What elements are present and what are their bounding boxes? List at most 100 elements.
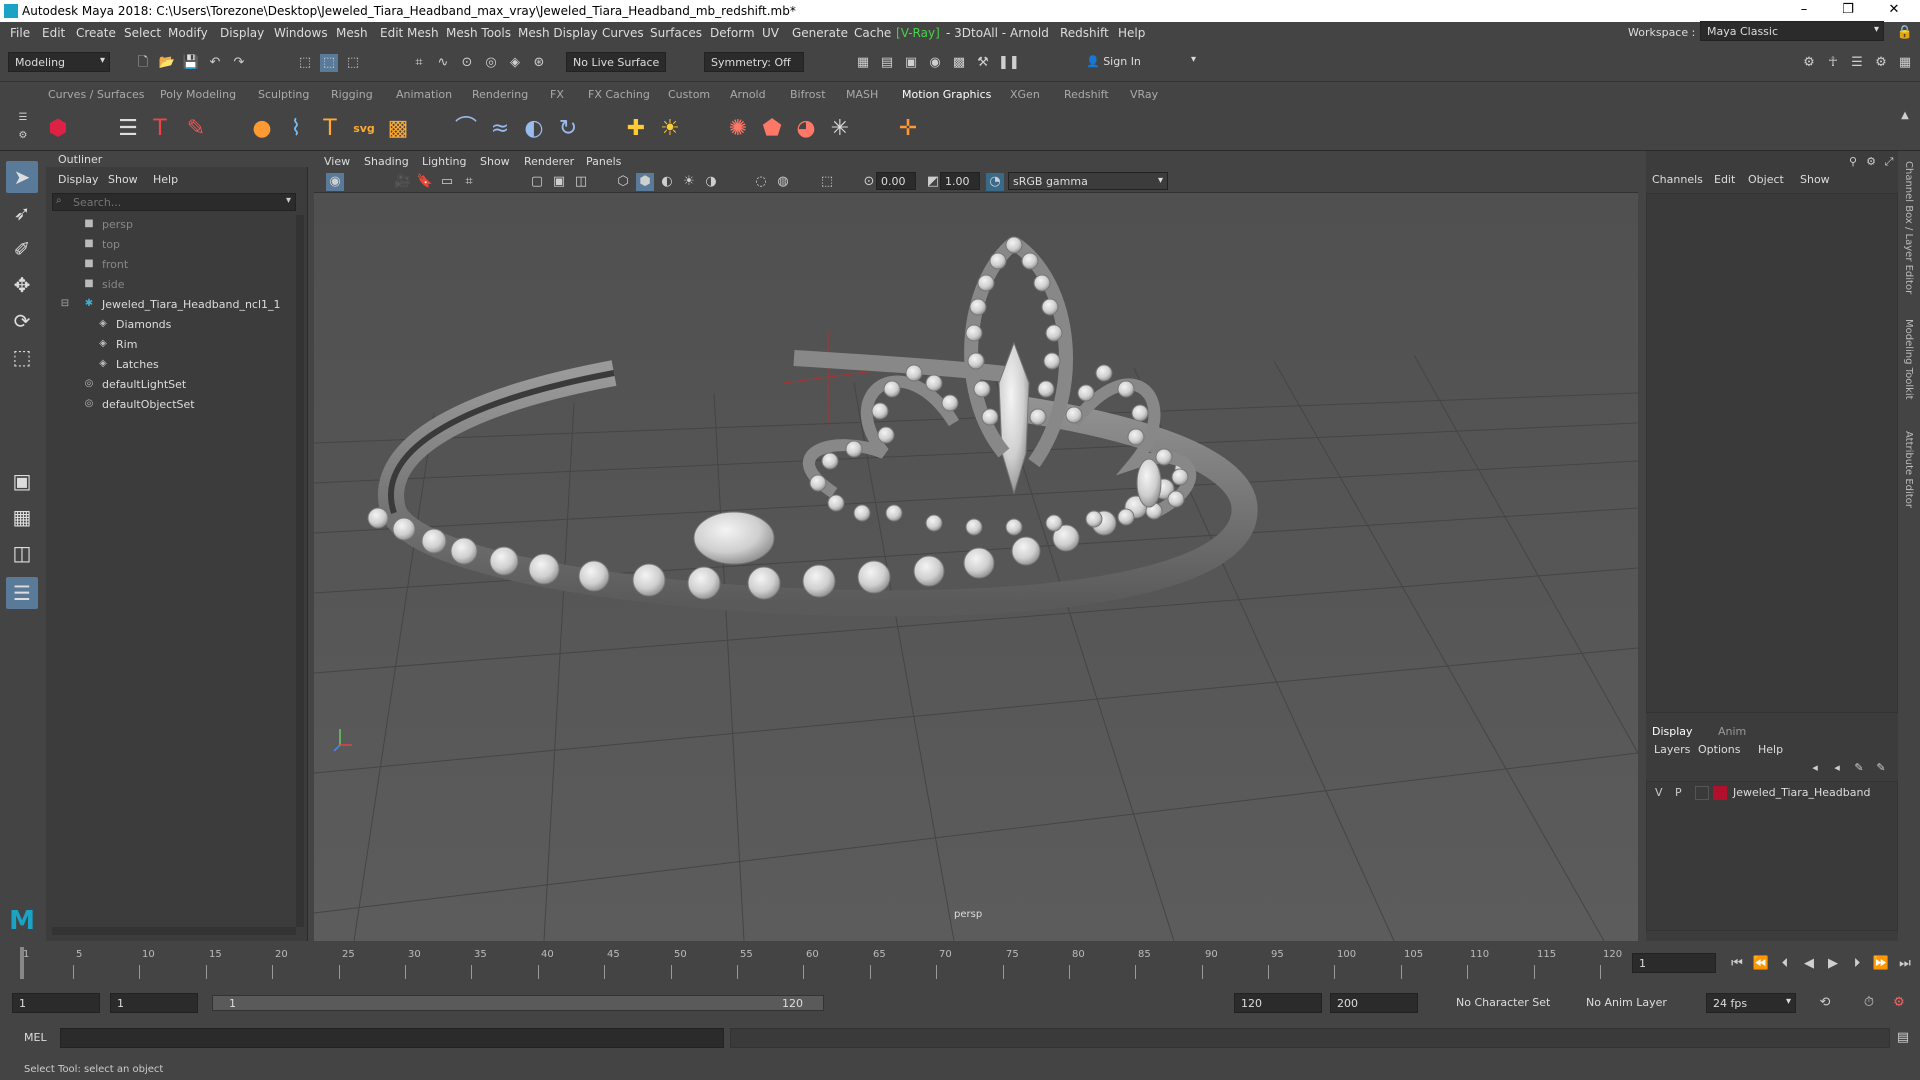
snap-point-icon[interactable]: ⊙ [458,54,476,72]
select-component-icon[interactable]: ⬚ [344,54,362,72]
tab-attribute-editor[interactable]: Attribute Editor [1903,431,1914,508]
close-button[interactable]: ✕ [1880,2,1908,20]
shelf-menu-icon[interactable]: ☰ [14,109,32,127]
step-forward-key-icon[interactable]: ⏵ [1848,955,1866,973]
channels-menu-object[interactable]: Object [1748,173,1784,186]
menu-surfaces[interactable]: Surfaces [650,26,702,40]
xray-icon[interactable]: ◌ [752,173,770,191]
layer-color-swatch[interactable] [1713,786,1727,800]
scale-tool-icon[interactable]: ⬚ [6,341,38,373]
outliner-item-rim[interactable]: ◈ Rim [46,335,294,353]
viewport-menu-panels[interactable]: Panels [586,155,621,168]
menu-mesh-tools[interactable]: Mesh Tools [446,26,511,40]
shaded-icon[interactable]: ⬢ [636,173,654,191]
tab-xgen[interactable]: XGen [1010,88,1040,101]
menu-redshift[interactable]: Redshift [1060,26,1109,40]
minimize-button[interactable]: – [1790,2,1818,20]
viewport-menu-shading[interactable]: Shading [364,155,409,168]
playback-start-field[interactable]: 1 [110,993,198,1013]
playback-end-field[interactable]: 120 [1234,993,1322,1013]
outliner-menu-show[interactable]: Show [108,173,138,186]
color-management-icon[interactable]: ◔ [986,173,1004,191]
menu-cache[interactable]: Cache [854,26,891,40]
tab-channel-box-layer-editor[interactable]: Channel Box / Layer Editor [1903,161,1914,294]
shelf-scroll-icon[interactable]: ▲ [1896,107,1914,125]
step-forward-icon[interactable]: ⏩ [1872,955,1890,973]
snap-vertex-icon[interactable]: ⊛ [530,54,548,72]
explode-icon[interactable]: ✳ [826,115,854,143]
tab-anim[interactable]: Anim [1718,725,1746,738]
twist-deformer-icon[interactable]: ↻ [554,115,582,143]
restore-button[interactable]: ❐ [1834,2,1862,20]
snap-view-icon[interactable]: ◎ [482,54,500,72]
render-frame-icon[interactable]: ▦ [854,54,872,72]
pause-icon[interactable]: ❚❚ [998,54,1020,72]
animation-end-field[interactable]: 200 [1330,993,1418,1013]
locator-icon[interactable]: ✛ [894,115,922,143]
box-mesh-icon[interactable]: ▩ [384,115,412,143]
script-editor-icon[interactable]: ▤ [1894,1029,1912,1047]
svg-tool-icon[interactable]: svg [350,115,378,143]
type-tool-icon[interactable]: T [316,115,344,143]
dynamics-icon[interactable]: ◕ [792,115,820,143]
menu-generate[interactable]: Generate [792,26,848,40]
outliner-item-latches[interactable]: ◈ Latches [46,355,294,373]
menu-edit-mesh[interactable]: Edit Mesh [380,26,439,40]
menu-create[interactable]: Create [76,26,116,40]
resolution-gate-icon[interactable]: ▣ [550,173,568,191]
menu-windows[interactable]: Windows [274,26,328,40]
current-frame-field[interactable]: 1 [1632,953,1716,973]
channels-menu-show[interactable]: Show [1800,173,1830,186]
menu-edit[interactable]: Edit [42,26,65,40]
tab-arnold[interactable]: Arnold [730,88,766,101]
menu-deform[interactable]: Deform [710,26,755,40]
menu-file[interactable]: File [10,26,30,40]
tab-curves-surfaces[interactable]: Curves / Surfaces [48,88,145,101]
wireframe-icon[interactable]: ▢ [528,173,546,191]
two-view-icon[interactable]: ◫ [6,537,38,569]
menu-vray[interactable]: [V-Ray] [896,26,940,40]
open-scene-icon[interactable]: 📂 [158,54,176,72]
tab-redshift[interactable]: Redshift [1064,88,1109,101]
snap-surface-icon[interactable]: ◈ [506,54,524,72]
gamma-field[interactable]: 1.00 [940,172,980,190]
ambient-occlusion-icon[interactable]: ◍ [774,173,792,191]
viewport-menu-lighting[interactable]: Lighting [422,155,466,168]
loop-icon[interactable]: ⟲ [1816,994,1834,1012]
snap-curve-icon[interactable]: ∿ [434,54,452,72]
outliner-layout-icon[interactable]: ☰ [6,577,38,609]
menu-modify[interactable]: Modify [168,26,208,40]
animation-prefs-icon[interactable]: ⚙ [1890,994,1908,1012]
lasso-tool-icon[interactable]: ➶ [6,197,38,229]
outliner-item-persp[interactable]: ■ persp [46,215,294,233]
character-set-dropdown[interactable]: No Character Set [1450,993,1568,1013]
render-view-icon[interactable]: ⚒ [974,54,992,72]
single-view-icon[interactable]: ▣ [6,465,38,497]
menu-mesh[interactable]: Mesh [336,26,368,40]
outliner-search-input[interactable] [53,194,273,210]
sign-in-button[interactable]: 👤 Sign In ▾ [1080,52,1200,72]
outliner-menu-display[interactable]: Display [58,173,99,186]
menu-mesh-display[interactable]: Mesh Display [518,26,598,40]
redo-icon[interactable]: ↷ [230,54,248,72]
rotate-tool-icon[interactable]: ⟳ [6,305,38,337]
curve-tool-icon[interactable]: ⌇ [282,115,310,143]
layer-visibility-toggle[interactable]: V [1655,786,1663,799]
outliner-item-tiara-group[interactable]: ⊟ ✱ Jeweled_Tiara_Headband_ncl1_1 [46,295,294,313]
range-slider-bar[interactable]: 1 120 [212,995,824,1011]
fracture-icon[interactable]: ⬟ [758,115,786,143]
go-to-end-icon[interactable]: ⏭ [1896,955,1914,973]
channels-menu-edit[interactable]: Edit [1714,173,1735,186]
select-hierarchy-icon[interactable]: ⬚ [296,54,314,72]
new-layer-icon[interactable]: ✎ [1850,759,1868,777]
type-text-icon[interactable]: T [146,115,174,143]
wave-deformer-icon[interactable]: ≈ [486,115,514,143]
outliner-vertical-scrollbar[interactable] [296,215,304,927]
symmetry-dropdown[interactable]: Symmetry: Off [704,52,804,72]
chevron-down-icon[interactable]: ▾ [286,195,291,206]
outliner-item-defaultlightset[interactable]: ◎ defaultLightSet [46,375,294,393]
ipr-render-icon[interactable]: ▣ [902,54,920,72]
channel-box-icon[interactable]: ▦ [1896,54,1914,72]
color-space-dropdown[interactable]: sRGB gamma ▾ [1008,172,1168,190]
play-forward-icon[interactable]: ▶ [1824,955,1842,973]
